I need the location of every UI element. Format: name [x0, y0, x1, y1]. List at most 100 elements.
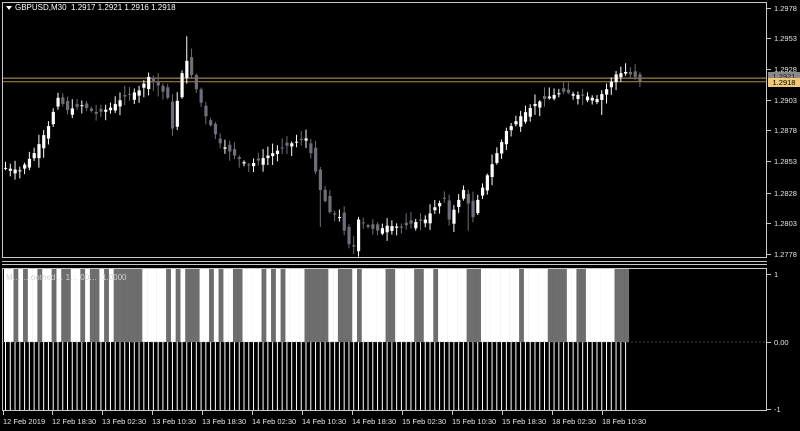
- indicator-state-bar: [147, 269, 153, 342]
- indicator-state-bar: [290, 269, 296, 342]
- indicator-state-bar: [323, 269, 329, 342]
- indicator-state-bar: [304, 269, 310, 342]
- candle-body: [538, 101, 542, 108]
- time-tick: 13 Feb 10:30: [152, 417, 197, 426]
- price-chart-canvas[interactable]: [0, 0, 800, 431]
- indicator-state-bar: [590, 269, 596, 342]
- bid-price-label: 1.2918: [768, 78, 800, 87]
- indicator-state-bar: [242, 269, 248, 342]
- candle-body: [256, 158, 261, 161]
- indicator-state-bar: [142, 269, 148, 342]
- candle-body: [199, 89, 203, 103]
- candle-body: [190, 57, 194, 76]
- candle-body: [590, 97, 594, 101]
- candle-body: [170, 101, 175, 129]
- dropdown-triangle-icon[interactable]: [6, 5, 12, 10]
- candle-body: [46, 126, 51, 139]
- indicator-state-bar: [519, 269, 525, 342]
- indicator-state-bar: [204, 269, 210, 342]
- indicator-state-bar: [161, 269, 167, 342]
- indicator-tick: -1: [774, 405, 781, 414]
- candle-body: [447, 200, 451, 220]
- indicator-state-bar: [523, 269, 529, 342]
- indicator-state-bar: [414, 269, 420, 342]
- indicator-tick: 1: [774, 270, 779, 279]
- candle-body: [213, 123, 218, 135]
- candle-body: [395, 226, 399, 228]
- candle-body: [605, 89, 609, 95]
- candle-body: [290, 143, 294, 147]
- indicator-state-bar: [581, 269, 587, 342]
- candle-body: [624, 71, 628, 74]
- indicator-state-bar: [175, 269, 181, 342]
- time-tick: 18 Feb 02:30: [552, 417, 597, 426]
- candle-body: [89, 108, 94, 111]
- candle-body: [562, 88, 566, 92]
- price-tick: 1.2878: [774, 126, 797, 135]
- indicator-state-bar: [285, 269, 291, 342]
- candle-body: [514, 121, 518, 125]
- indicator-state-bar: [180, 269, 186, 342]
- candle-body: [342, 212, 346, 231]
- indicator-state-bar: [371, 269, 377, 342]
- candle-body: [242, 162, 246, 164]
- indicator-state-bar: [266, 269, 272, 342]
- symbol-timeframe: GBPUSD,M30: [15, 3, 67, 12]
- candle-body: [380, 228, 385, 234]
- candle-body: [271, 153, 275, 157]
- price-tick: 1.2853: [774, 157, 797, 166]
- time-tick: 18 Feb 10:30: [602, 417, 647, 426]
- candle-body: [156, 81, 160, 86]
- indicator-state-bar: [247, 269, 253, 342]
- candle-body: [151, 77, 156, 82]
- candle-body: [442, 197, 447, 199]
- indicator-state-bar: [514, 269, 520, 342]
- candle-body: [108, 107, 113, 111]
- candle-body: [261, 158, 265, 165]
- indicator-state-bar: [571, 269, 577, 342]
- indicator-state-bar: [461, 269, 467, 342]
- candle-body: [581, 94, 585, 96]
- indicator-state-bar: [252, 269, 258, 342]
- indicator-state-bar: [418, 269, 424, 342]
- candle-body: [633, 71, 637, 77]
- candle-body: [85, 103, 89, 109]
- candle-body: [399, 226, 404, 228]
- indicator-state-bar: [194, 269, 200, 342]
- indicator-state-bar: [166, 269, 172, 342]
- candle-body: [414, 222, 418, 229]
- indicator-state-bar: [552, 269, 558, 342]
- indicator-state-bar: [356, 269, 362, 342]
- indicator-state-bar: [423, 269, 429, 342]
- indicator-state-bar: [380, 269, 386, 342]
- indicator-state-bar: [619, 269, 625, 342]
- indicator-state-bar: [352, 269, 358, 342]
- candle-body: [485, 175, 489, 191]
- candle-body: [533, 103, 537, 107]
- candle-body: [70, 108, 74, 115]
- candle-body: [304, 138, 308, 141]
- time-tick: 12 Feb 18:30: [52, 417, 97, 426]
- indicator-state-bar: [151, 269, 157, 342]
- candle-body: [509, 126, 513, 131]
- time-tick: 15 Feb 10:30: [452, 417, 497, 426]
- candle-body: [543, 96, 547, 100]
- candle-body: [237, 157, 241, 159]
- indicator-state-bar: [438, 269, 444, 342]
- indicator-state-bar: [309, 269, 315, 342]
- indicator-state-bar: [562, 269, 568, 342]
- indicator-state-bar: [218, 269, 224, 342]
- indicator-state-bar: [376, 269, 382, 342]
- candle-body: [333, 213, 337, 215]
- candle-body: [328, 196, 332, 213]
- candle-body: [318, 169, 323, 191]
- candle-body: [161, 85, 165, 92]
- candle-body: [232, 149, 237, 156]
- price-tick: 1.2828: [774, 189, 797, 198]
- indicator-state-bar: [476, 269, 482, 342]
- candle-body: [585, 96, 590, 101]
- candle-body: [294, 141, 299, 143]
- indicator-state-bar: [399, 269, 405, 342]
- candle-body: [361, 222, 365, 224]
- indicator-state-bar: [132, 269, 138, 342]
